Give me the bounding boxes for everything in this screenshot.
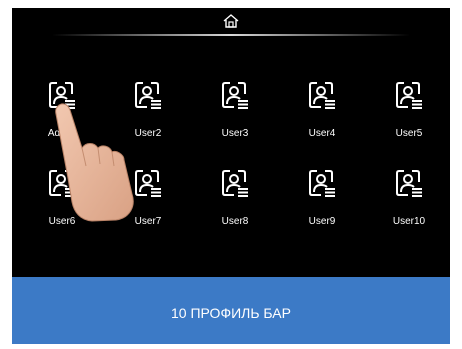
pointing-hand-image bbox=[55, 103, 134, 222]
user-profile-icon bbox=[307, 80, 337, 110]
home-button[interactable] bbox=[223, 14, 239, 28]
user-label: User5 bbox=[395, 128, 423, 139]
header-divider bbox=[52, 34, 410, 36]
user-tile[interactable]: User10 bbox=[374, 168, 444, 240]
user-tile[interactable]: User3 bbox=[200, 80, 270, 152]
caption-banner: 10 ПРОФИЛЬ БАР bbox=[12, 277, 450, 344]
user-profile-icon bbox=[220, 168, 250, 198]
user-label: User3 bbox=[221, 128, 249, 139]
user-label: User10 bbox=[392, 216, 426, 227]
user-tile[interactable]: User5 bbox=[374, 80, 444, 152]
user-tile[interactable]: User9 bbox=[287, 168, 357, 240]
home-icon bbox=[223, 14, 239, 28]
user-label: User8 bbox=[221, 216, 249, 227]
user-label: User9 bbox=[308, 216, 336, 227]
user-tile[interactable]: User8 bbox=[200, 168, 270, 240]
user-profile-icon bbox=[394, 168, 424, 198]
user-profile-icon bbox=[220, 80, 250, 110]
user-profile-icon bbox=[307, 168, 337, 198]
user-tile[interactable]: User4 bbox=[287, 80, 357, 152]
banner-title: 10 ПРОФИЛЬ БАР bbox=[171, 305, 291, 321]
user-label: User4 bbox=[308, 128, 336, 139]
user-profile-icon bbox=[394, 80, 424, 110]
device-screen: Admin User2 User3 User4 User5 bbox=[12, 8, 450, 277]
